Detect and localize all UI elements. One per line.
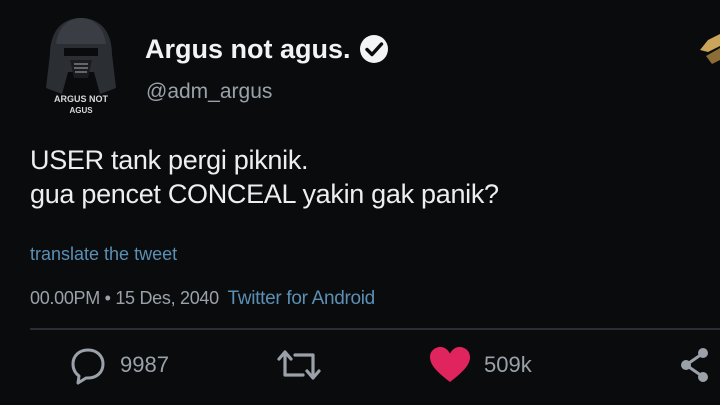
reply-button[interactable]: 9987 (68, 345, 169, 385)
reply-icon (71, 348, 105, 385)
decoration-icon (700, 34, 720, 64)
svg-text:ARGUS NOT: ARGUS NOT (54, 94, 109, 104)
tweet-text: USER tank pergi piknik. gua pencet CONCE… (30, 143, 499, 211)
user-handle[interactable]: @adm_argus (146, 80, 272, 104)
tweet-line-1: USER tank pergi piknik. (30, 145, 309, 175)
retweet-button[interactable] (273, 345, 325, 385)
tweet-meta: 00.00PM • 15 Des, 2040 Twitter for Andro… (30, 288, 375, 310)
divider (30, 328, 720, 330)
share-icon (681, 348, 708, 382)
display-name-text: Argus not agus. (145, 33, 351, 64)
tweet-client-link[interactable]: Twitter for Android (228, 288, 376, 309)
like-button[interactable]: 509k (428, 345, 532, 385)
avatar[interactable]: ARGUS NOT AGUS (40, 14, 122, 118)
heart-icon (430, 347, 470, 382)
tweet-timestamp: 00.00PM • 15 Des, 2040 (30, 288, 219, 308)
display-name[interactable]: Argus not agus. (145, 32, 391, 66)
share-button[interactable] (678, 345, 712, 385)
svg-text:AGUS: AGUS (69, 106, 93, 115)
like-count: 509k (484, 352, 532, 377)
verified-badge-icon (359, 35, 388, 63)
reply-count: 9987 (120, 352, 169, 377)
retweet-icon (277, 350, 321, 380)
tweet-line-2: gua pencet CONCEAL yakin gak panik? (30, 179, 499, 209)
translate-link[interactable]: translate the tweet (30, 244, 177, 265)
